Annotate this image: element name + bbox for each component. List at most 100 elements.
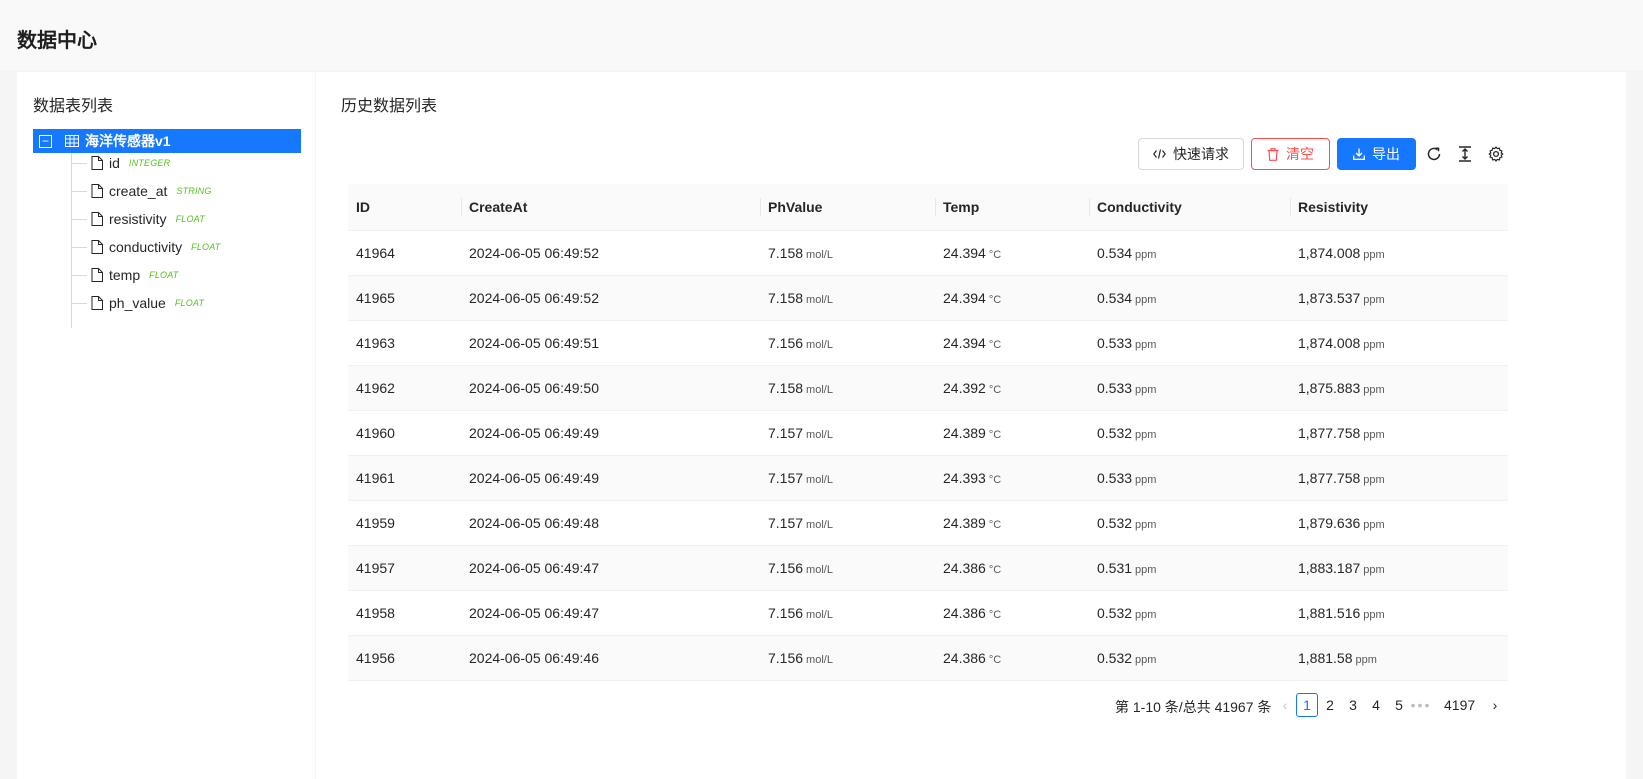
cell-resistivity: 1,881.58 ppm <box>1290 635 1508 681</box>
cell-resistivity: 1,877.758 ppm <box>1290 410 1508 456</box>
cell-value: 2024-06-05 06:49:49 <box>469 424 599 441</box>
cell-value: 24.393 <box>943 469 986 486</box>
cell-unit: °C <box>988 563 1002 576</box>
export-button[interactable]: 导出 <box>1337 138 1416 170</box>
quick-request-button[interactable]: 快速请求 <box>1138 138 1244 170</box>
cell-phvalue: 7.156 mol/L <box>760 635 935 681</box>
tree-field-resistivity[interactable]: resistivity FLOAT <box>71 207 205 231</box>
cell-unit: °C <box>988 473 1002 486</box>
tree-field-temp[interactable]: temp FLOAT <box>71 263 178 287</box>
pagination-next-button[interactable]: › <box>1484 693 1506 717</box>
cell-value: 24.392 <box>943 379 986 396</box>
pagination-page-1[interactable]: 1 <box>1296 693 1318 717</box>
column-height-icon[interactable] <box>1455 144 1475 164</box>
cell-unit: ppm <box>1355 653 1377 666</box>
delete-icon <box>1267 147 1279 161</box>
cell-id: 41957 <box>348 545 461 591</box>
field-name: temp <box>109 267 141 283</box>
pagination-page-4[interactable]: 4 <box>1365 693 1387 717</box>
cell-value: 24.394 <box>943 334 986 351</box>
cell-value: 1,877.758 <box>1298 469 1361 486</box>
column-header-phvalue[interactable]: PhValue <box>760 184 935 231</box>
column-header-conductivity[interactable]: Conductivity <box>1089 184 1290 231</box>
pagination-prev-button[interactable]: ‹ <box>1274 693 1296 717</box>
cell-conductivity: 0.531 ppm <box>1089 545 1290 591</box>
cell-resistivity: 1,874.008 ppm <box>1290 320 1508 366</box>
cell-createat: 2024-06-05 06:49:52 <box>461 275 760 321</box>
file-icon <box>91 156 103 170</box>
column-header-temp[interactable]: Temp <box>935 184 1089 231</box>
cell-value: 41957 <box>356 559 395 576</box>
cell-unit: °C <box>988 293 1002 306</box>
pagination-ellipsis[interactable]: ••• <box>1410 693 1432 717</box>
cell-unit: °C <box>988 248 1002 261</box>
cell-value: 2024-06-05 06:49:50 <box>469 379 599 396</box>
code-icon <box>1153 149 1166 159</box>
tree-field-create-at[interactable]: create_at STRING <box>71 179 212 203</box>
cell-value: 1,881.516 <box>1298 604 1361 621</box>
cell-value: 41965 <box>356 289 395 306</box>
table-row: 41963 2024-06-05 06:49:51 7.156 mol/L 24.394… <box>348 320 1508 366</box>
tree-field-conductivity[interactable]: conductivity FLOAT <box>71 235 221 259</box>
cell-value: 41963 <box>356 334 395 351</box>
cell-conductivity: 0.532 ppm <box>1089 410 1290 456</box>
cell-value: 0.532 <box>1097 649 1133 666</box>
file-icon <box>91 296 103 310</box>
pagination-page-3[interactable]: 3 <box>1342 693 1364 717</box>
cell-phvalue: 7.157 mol/L <box>760 455 935 501</box>
cell-unit: ppm <box>1135 293 1157 306</box>
reload-icon[interactable] <box>1424 144 1444 164</box>
cell-phvalue: 7.158 mol/L <box>760 230 935 276</box>
cell-id: 41961 <box>348 455 461 501</box>
table-row: 41956 2024-06-05 06:49:46 7.156 mol/L 24.386… <box>348 635 1508 681</box>
tree-field-id[interactable]: id INTEGER <box>71 151 170 175</box>
cell-value: 2024-06-05 06:49:49 <box>469 469 599 486</box>
cell-value: 7.156 <box>768 604 804 621</box>
cell-value: 1,879.636 <box>1298 514 1361 531</box>
column-header-id[interactable]: ID <box>348 184 461 231</box>
tree-node-ocean-sensor[interactable]: − 海洋传感器v1 <box>33 129 301 153</box>
cell-unit: ppm <box>1135 473 1157 486</box>
field-type: FLOAT <box>191 242 221 252</box>
pagination-page-2[interactable]: 2 <box>1319 693 1341 717</box>
cell-unit: °C <box>988 518 1002 531</box>
cell-unit: ppm <box>1363 248 1385 261</box>
history-data-panel: 历史数据列表 快速请求 清空 导出 ID CreateAt PhValue Te… <box>316 72 1626 779</box>
column-header-resistivity[interactable]: Resistivity <box>1290 184 1508 231</box>
table-row: 41959 2024-06-05 06:49:48 7.157 mol/L 24.389… <box>348 500 1508 546</box>
tree-field-ph-value[interactable]: ph_value FLOAT <box>71 291 204 315</box>
cell-value: 2024-06-05 06:49:52 <box>469 289 599 306</box>
cell-unit: mol/L <box>806 428 833 441</box>
cell-createat: 2024-06-05 06:49:50 <box>461 365 760 411</box>
cell-value: 7.158 <box>768 379 804 396</box>
cell-value: 7.156 <box>768 649 804 666</box>
cell-value: 0.532 <box>1097 424 1133 441</box>
cell-conductivity: 0.532 ppm <box>1089 590 1290 636</box>
cell-value: 0.533 <box>1097 379 1133 396</box>
cell-value: 24.394 <box>943 244 986 261</box>
cell-value: 2024-06-05 06:49:47 <box>469 559 599 576</box>
cell-value: 2024-06-05 06:49:48 <box>469 514 599 531</box>
cell-unit: °C <box>988 338 1002 351</box>
cell-value: 1,874.008 <box>1298 244 1361 261</box>
collapse-icon[interactable]: − <box>39 134 52 148</box>
field-type: INTEGER <box>128 158 171 168</box>
quick-request-label: 快速请求 <box>1173 146 1229 162</box>
cell-unit: mol/L <box>806 563 833 576</box>
table-list-panel: 数据表列表 − 海洋传感器v1 id INTEGER create_at STR… <box>17 72 315 779</box>
cell-unit: ppm <box>1135 383 1157 396</box>
cell-value: 2024-06-05 06:49:46 <box>469 649 599 666</box>
table-row: 41958 2024-06-05 06:49:47 7.156 mol/L 24.386… <box>348 590 1508 636</box>
clear-button[interactable]: 清空 <box>1251 138 1330 170</box>
column-header-createat[interactable]: CreateAt <box>461 184 760 231</box>
pagination-last-page[interactable]: 4197 <box>1444 693 1475 717</box>
pagination-total: 第 1-10 条/总共 41967 条 <box>1115 699 1272 715</box>
pagination-page-5[interactable]: 5 <box>1388 693 1410 717</box>
table-row: 41965 2024-06-05 06:49:52 7.158 mol/L 24.394… <box>348 275 1508 321</box>
setting-icon[interactable] <box>1486 144 1506 164</box>
cell-temp: 24.386 °C <box>935 590 1089 636</box>
cell-value: 2024-06-05 06:49:47 <box>469 604 599 621</box>
page-header: 数据中心 <box>0 0 1643 70</box>
file-icon <box>91 240 103 254</box>
cell-id: 41956 <box>348 635 461 681</box>
